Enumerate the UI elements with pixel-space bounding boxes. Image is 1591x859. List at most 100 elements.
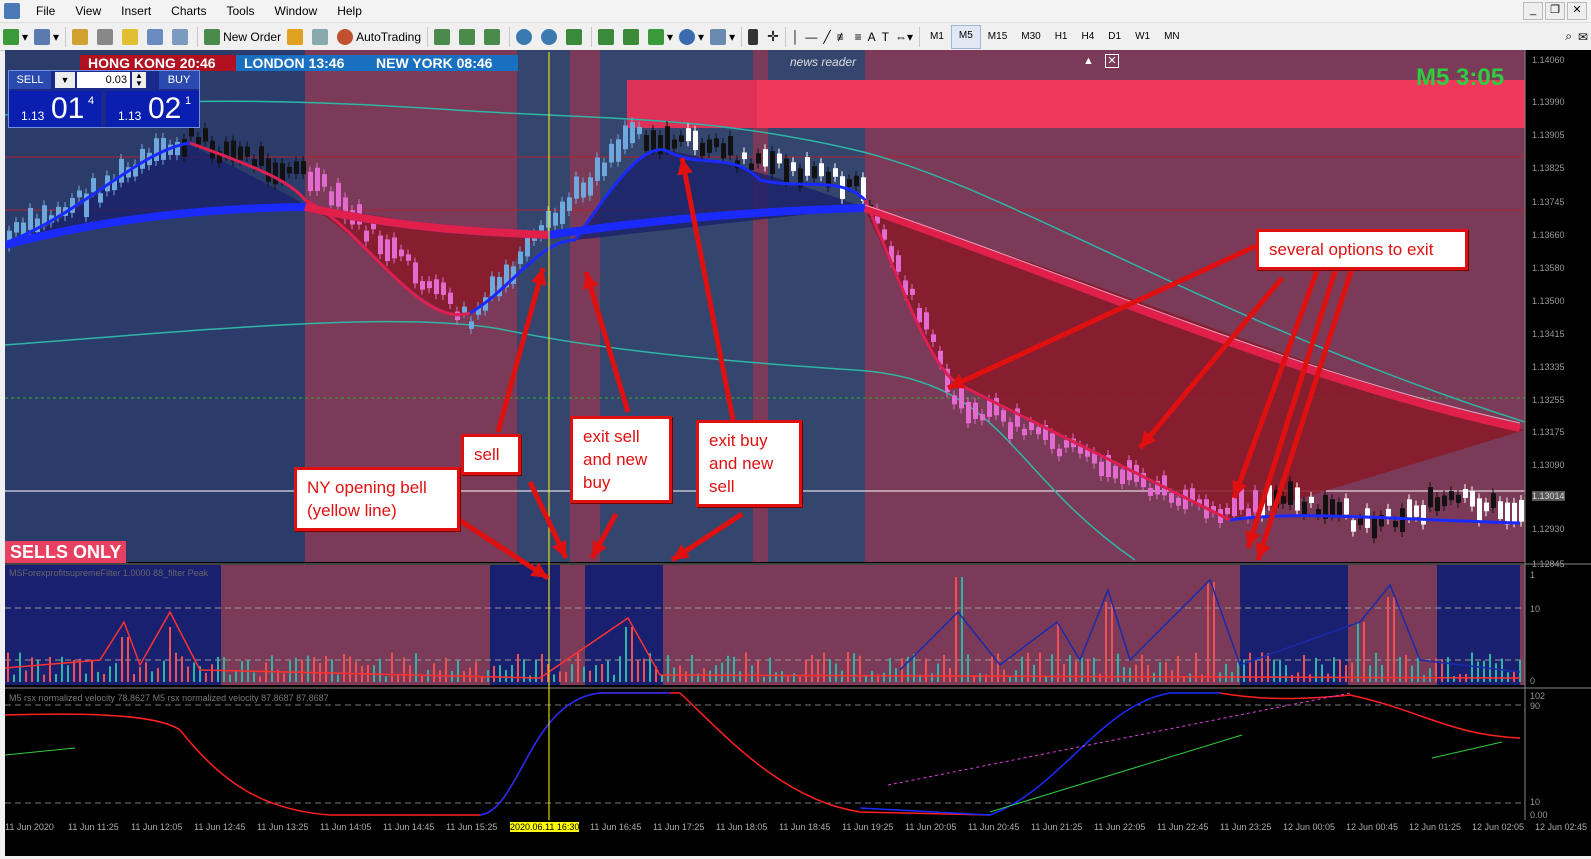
- navigator-button[interactable]: [119, 26, 144, 48]
- metaeditor-button[interactable]: [284, 26, 309, 48]
- time-tick: 11 Jun 20:45: [968, 822, 1020, 832]
- chat-button[interactable]: ✉: [1575, 26, 1591, 48]
- tf-d1[interactable]: D1: [1101, 26, 1128, 48]
- bar-chart-button[interactable]: [431, 26, 456, 48]
- label-button[interactable]: T: [879, 26, 892, 48]
- zoom-out-button[interactable]: [538, 26, 563, 48]
- restore-button[interactable]: ❐: [1545, 2, 1565, 20]
- fibo-button[interactable]: ≡: [852, 26, 865, 48]
- osc1-bar: [799, 676, 801, 682]
- price-tick: 1.13660: [1532, 230, 1565, 240]
- lot-dropdown[interactable]: ▼: [55, 72, 75, 88]
- hline-button[interactable]: —: [802, 26, 820, 48]
- tf-m1[interactable]: M1: [923, 26, 951, 48]
- tf-w1[interactable]: W1: [1128, 26, 1157, 48]
- tf-m5[interactable]: M5: [950, 24, 981, 49]
- candle-body: [28, 208, 33, 230]
- osc1-bar: [991, 656, 993, 682]
- menu-file[interactable]: File: [26, 0, 65, 22]
- new-order-button[interactable]: New Order: [201, 26, 284, 48]
- osc1-bar: [1357, 622, 1359, 682]
- news-reader-collapse[interactable]: ▲: [1083, 55, 1094, 67]
- crosshair-move-icon: [97, 28, 114, 45]
- news-reader-close[interactable]: ✕: [1105, 54, 1119, 68]
- candle-body: [777, 153, 782, 164]
- cursor-button[interactable]: [745, 26, 764, 48]
- toolbar: ▾ ▾ New Order AutoTrading ▾ ▾ ▾ ✛ │ — ╱ …: [0, 23, 1591, 51]
- osc1-bar: [505, 670, 507, 682]
- time-tick: 12 Jun 00:05: [1283, 822, 1336, 832]
- tf-m30[interactable]: M30: [1014, 26, 1047, 48]
- tf-mn[interactable]: MN: [1157, 26, 1187, 48]
- osc1-bar: [187, 666, 189, 682]
- lot-stepper[interactable]: ▲ ▼: [132, 72, 146, 88]
- menu-view[interactable]: View: [65, 0, 111, 22]
- tile-windows-button[interactable]: [563, 26, 588, 48]
- close-button[interactable]: ✕: [1567, 2, 1587, 20]
- periods-button[interactable]: ▾: [676, 26, 707, 48]
- menu-help[interactable]: Help: [327, 0, 372, 22]
- osc1-bar: [979, 673, 981, 682]
- osc1-bar: [955, 577, 957, 682]
- sell-button[interactable]: SELL: [9, 71, 51, 89]
- osc1-bar: [139, 667, 141, 682]
- line-chart-button[interactable]: [481, 26, 506, 48]
- session-london: LONDON 13:46: [236, 55, 370, 71]
- minimize-button[interactable]: _: [1523, 2, 1543, 20]
- tf-h4[interactable]: H4: [1075, 26, 1102, 48]
- candle-body: [462, 306, 467, 313]
- zoom-in-button[interactable]: [513, 26, 538, 48]
- osc1-bar: [43, 674, 45, 682]
- new-chart-button[interactable]: ▾: [0, 26, 31, 48]
- menu-tools[interactable]: Tools: [217, 0, 265, 22]
- trendline-button[interactable]: ╱: [820, 26, 833, 48]
- autotrading-button[interactable]: AutoTrading: [334, 26, 424, 48]
- indicators-button[interactable]: ▾: [645, 26, 676, 48]
- osc1-bar: [535, 660, 537, 682]
- chart-shift-button[interactable]: [620, 26, 645, 48]
- vline-button[interactable]: │: [789, 26, 803, 48]
- candle-body: [322, 174, 327, 187]
- market-watch-button[interactable]: [69, 26, 94, 48]
- osc1-bar: [475, 661, 477, 682]
- signals-button[interactable]: [309, 26, 334, 48]
- price-tick: 1.12845: [1532, 559, 1565, 569]
- clock-icon: [679, 28, 696, 45]
- candle-body: [91, 178, 96, 193]
- candle-body: [1400, 508, 1405, 532]
- autoscroll-button[interactable]: [595, 26, 620, 48]
- search-button[interactable]: ⌕: [1562, 26, 1575, 48]
- news-reader-label: news reader: [790, 55, 857, 69]
- templates-button[interactable]: ▾: [707, 26, 738, 48]
- tester-button[interactable]: [169, 26, 194, 48]
- candle-body: [742, 152, 747, 160]
- osc1-bar: [823, 652, 825, 682]
- osc1-bar: [1255, 660, 1257, 682]
- profiles-icon: [34, 28, 51, 45]
- osc1-bar: [229, 674, 231, 682]
- equidistant-button[interactable]: ≢: [834, 26, 852, 48]
- candle-body: [910, 288, 915, 295]
- menu-window[interactable]: Window: [265, 0, 328, 22]
- osc1-bar: [235, 670, 237, 682]
- vline-icon: │: [791, 29, 800, 44]
- menu-charts[interactable]: Charts: [161, 0, 216, 22]
- arrows-button[interactable]: ⇔▾: [892, 26, 916, 48]
- menu-insert[interactable]: Insert: [111, 0, 161, 22]
- tf-h1[interactable]: H1: [1048, 26, 1075, 48]
- terminal-button[interactable]: [144, 26, 169, 48]
- crosshair-button[interactable]: ✛: [764, 26, 782, 48]
- text-button[interactable]: A: [865, 26, 879, 48]
- buy-price[interactable]: 1.13 02 1: [106, 91, 199, 127]
- buy-button[interactable]: BUY: [159, 71, 199, 89]
- candle-body: [364, 230, 369, 242]
- tf-m15[interactable]: M15: [981, 26, 1014, 48]
- sell-price[interactable]: 1.13 01 4: [9, 91, 101, 127]
- time-tick: 11 Jun 16:45: [590, 822, 642, 832]
- profiles-button[interactable]: ▾: [31, 26, 62, 48]
- lot-input[interactable]: 0.03: [77, 72, 130, 88]
- candle-body: [1344, 498, 1349, 515]
- osc1-bar: [433, 663, 435, 682]
- candle-chart-button[interactable]: [456, 26, 481, 48]
- data-window-button[interactable]: [94, 26, 119, 48]
